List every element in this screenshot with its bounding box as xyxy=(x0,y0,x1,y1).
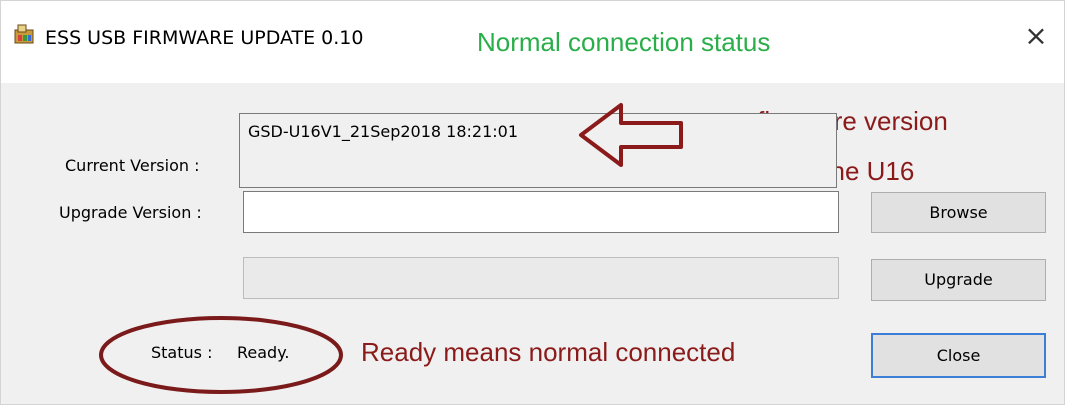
app-icon xyxy=(14,24,34,44)
progress-bar xyxy=(243,257,839,299)
current-version-label: Current Version : xyxy=(65,156,200,175)
upgrade-version-label: Upgrade Version : xyxy=(59,203,202,222)
firmware-update-window: ESS USB FIRMWARE UPDATE 0.10 × Normal co… xyxy=(0,0,1065,405)
window-title: ESS USB FIRMWARE UPDATE 0.10 xyxy=(45,27,364,49)
current-version-value: GSD-U16V1_21Sep2018 18:21:01 xyxy=(248,122,519,141)
status-value: Ready. xyxy=(237,343,290,362)
upgrade-button[interactable]: Upgrade xyxy=(871,259,1046,301)
browse-button[interactable]: Browse xyxy=(871,192,1046,233)
status-label: Status : xyxy=(151,343,213,362)
current-version-field: GSD-U16V1_21Sep2018 18:21:01 xyxy=(239,113,837,188)
status-highlight-ellipse xyxy=(99,316,343,394)
annotation-connection-status: Normal connection status xyxy=(477,27,771,57)
close-window-icon[interactable]: × xyxy=(1021,21,1051,51)
annotation-ready-note: Ready means normal connected xyxy=(361,337,736,367)
close-button[interactable]: Close xyxy=(871,333,1046,378)
upgrade-version-input[interactable] xyxy=(243,191,839,233)
